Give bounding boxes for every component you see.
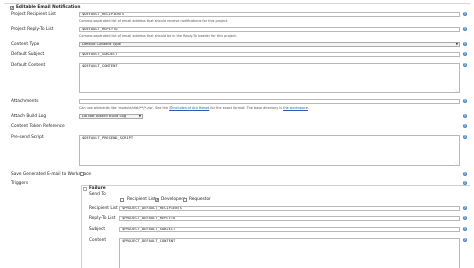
trigger-reply-to-input[interactable]: $PROJECT_DEFAULT_REPLYTO [119, 216, 460, 221]
help-icon[interactable]: ? [463, 42, 467, 46]
send-to-developers-label: Developers [161, 197, 186, 202]
help-icon[interactable]: ? [463, 227, 467, 231]
workspace-link[interactable]: the workspace [283, 106, 308, 110]
failure-trigger-checkbox[interactable] [83, 187, 87, 191]
default-subject-label: Default Subject [11, 52, 45, 57]
trigger-content-value: $PROJECT_DEFAULT_CONTENT [122, 239, 176, 243]
send-to-developers-checkbox[interactable] [155, 198, 159, 202]
resize-grip-icon[interactable]: ⋱ [455, 162, 458, 165]
attachments-hint-end: . [307, 106, 310, 110]
trigger-reply-to-label: Reply-To List [89, 216, 116, 221]
help-icon[interactable]: ? [463, 206, 467, 210]
send-to-recipient-list-checkbox[interactable] [120, 198, 124, 202]
attachments-hint: Can use wildcards like 'module/dist/**/*… [79, 106, 309, 110]
send-to-label: Send To [89, 192, 106, 197]
content-type-select[interactable]: Default Content Type ▼ [79, 42, 460, 47]
trigger-content-label: Content [89, 238, 107, 243]
help-icon[interactable]: ? [463, 12, 467, 16]
content-token-ref-label: Content Token Reference [11, 124, 65, 129]
recipients-hint: Comma-separated list of email address th… [79, 19, 229, 23]
section-title: Editable Email Notification [16, 5, 81, 10]
section-divider [4, 3, 470, 4]
attachments-hint-middle: for the exact format. The base directory… [209, 106, 284, 110]
editable-email-checkbox[interactable] [10, 6, 14, 10]
failure-trigger-title: Failure [89, 186, 106, 191]
help-icon[interactable]: ? [463, 216, 467, 220]
help-icon[interactable]: ? [463, 135, 467, 139]
help-icon[interactable]: ? [463, 114, 467, 118]
presend-script-label: Pre-send Script [11, 135, 44, 140]
save-to-workspace-checkbox[interactable] [80, 172, 84, 176]
help-icon[interactable]: ? [463, 124, 467, 128]
presend-script-value: $DEFAULT_PRESEND_SCRIPT [82, 136, 134, 140]
trigger-recipient-list-input[interactable]: $PROJECT_DEFAULT_RECIPIENTS [119, 206, 460, 211]
default-content-value: $DEFAULT_CONTENT [82, 64, 118, 68]
attach-build-log-label: Attach Build Log [11, 114, 47, 119]
attachments-input[interactable] [79, 99, 460, 104]
reply-to-hint: Comma-separated list of email address th… [79, 34, 237, 38]
trigger-content-textarea[interactable]: $PROJECT_DEFAULT_CONTENT [119, 238, 460, 268]
chevron-down-icon: ▼ [455, 42, 458, 46]
chevron-down-icon: ▼ [138, 114, 141, 118]
reply-to-input[interactable]: $DEFAULT_REPLYTO [79, 27, 460, 32]
help-icon[interactable]: ? [463, 63, 467, 67]
reply-to-label: Project Reply-To List [11, 27, 54, 32]
presend-script-textarea[interactable]: $DEFAULT_PRESEND_SCRIPT ⋱ [79, 135, 460, 166]
attachments-label: Attachments [11, 99, 39, 104]
trigger-subject-input[interactable]: $PROJECT_DEFAULT_SUBJECT [119, 227, 460, 232]
send-to-requestor-checkbox[interactable] [183, 198, 187, 202]
attach-build-log-value: Do Not Attach Build Log [82, 114, 127, 118]
help-icon[interactable]: ? [463, 238, 467, 242]
help-icon[interactable]: ? [463, 27, 467, 31]
triggers-label: Triggers [11, 181, 29, 186]
default-subject-input[interactable]: $DEFAULT_SUBJECT [79, 52, 460, 57]
resize-grip-icon[interactable]: ⋱ [455, 89, 458, 92]
send-to-recipient-list-label: Recipient List [127, 197, 156, 202]
send-to-requestor-label: Requestor [189, 197, 211, 202]
content-type-label: Content Type [11, 42, 40, 47]
help-icon[interactable]: ? [463, 99, 467, 103]
trigger-recipient-list-label: Recipient List [89, 206, 118, 211]
attachments-hint-text: Can use wildcards like 'module/dist/**/*… [79, 106, 170, 110]
recipients-label: Project Recipient List [11, 12, 56, 17]
ant-fileset-link[interactable]: @includes of Ant fileset [169, 106, 209, 110]
help-icon[interactable]: ? [463, 52, 467, 56]
default-content-label: Default Content [11, 63, 46, 68]
recipients-input[interactable]: $DEFAULT_RECIPIENTS [79, 12, 460, 17]
content-type-value: Default Content Type [82, 42, 121, 46]
help-icon[interactable]: ? [463, 172, 467, 176]
attach-build-log-select[interactable]: Do Not Attach Build Log ▼ [79, 114, 143, 119]
default-content-textarea[interactable]: $DEFAULT_CONTENT ⋱ [79, 63, 460, 93]
trigger-subject-label: Subject [89, 227, 106, 232]
